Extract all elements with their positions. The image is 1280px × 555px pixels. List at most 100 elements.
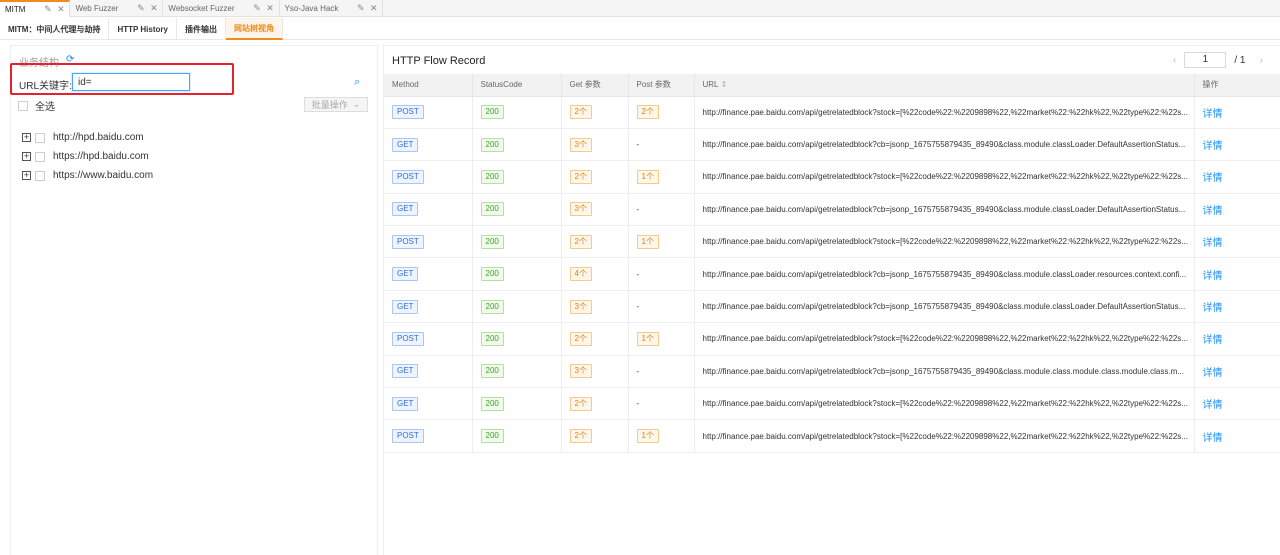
url-keyword-input[interactable]	[72, 73, 190, 91]
edit-icon[interactable]: ✎	[356, 4, 365, 13]
chevron-left-icon[interactable]: ‹	[1173, 55, 1176, 66]
tab-label: MITM	[5, 5, 26, 14]
detail-link[interactable]: 详情	[1203, 173, 1223, 184]
table-row[interactable]: POST 200 2个 1个 http://finance.pae.baidu.com/…	[384, 419, 1280, 453]
table-row[interactable]: GET 200 3个 - http://finance.pae.baidu.com/ap…	[384, 128, 1280, 162]
edit-icon[interactable]: ✎	[253, 4, 262, 13]
detail-link[interactable]: 详情	[1203, 368, 1223, 379]
subtab-plugin-output[interactable]: 插件输出	[177, 18, 226, 40]
tab-websocket-fuzzer[interactable]: Websocket Fuzzer ✎ ✕	[163, 0, 280, 17]
tree-node-label[interactable]: http://hpd.baidu.com	[53, 132, 144, 143]
search-icon[interactable]: ⌕	[354, 76, 360, 89]
status-cell: 200	[472, 387, 562, 421]
tree-node-label[interactable]: https://www.baidu.com	[53, 170, 153, 181]
tab-web-fuzzer[interactable]: Web Fuzzer ✎ ✕	[70, 0, 164, 17]
method-badge: GET	[392, 364, 419, 379]
expand-icon[interactable]: +	[22, 171, 31, 180]
col-method[interactable]: Method	[384, 74, 473, 97]
subtab-mitm[interactable]: MITM：中间人代理与劫持	[0, 18, 110, 40]
url-text: http://finance.pae.baidu.com/api/getrela…	[702, 140, 1186, 150]
table-row[interactable]: GET 200 3个 - http://finance.pae.baidu.com/ap…	[384, 290, 1280, 324]
detail-link[interactable]: 详情	[1203, 141, 1223, 152]
table-row[interactable]: POST 200 2个 2个 http://finance.pae.baidu.com/…	[384, 96, 1280, 129]
post-params: -	[636, 140, 640, 150]
method-cell: GET	[384, 257, 473, 291]
url-text: http://finance.pae.baidu.com/api/getrela…	[702, 302, 1186, 312]
get-cell: 2个	[561, 225, 629, 259]
table-row[interactable]: GET 200 2个 - http://finance.pae.baidu.com/ap…	[384, 387, 1280, 421]
url-cell: http://finance.pae.baidu.com/api/getrela…	[694, 193, 1195, 227]
status-badge: 200	[480, 331, 504, 346]
get-cell: 3个	[561, 128, 629, 162]
get-cell: 2个	[561, 387, 629, 421]
tree-node-label[interactable]: https://hpd.baidu.com	[53, 151, 149, 162]
post-cell: -	[628, 193, 695, 227]
table-row[interactable]: POST 200 2个 1个 http://finance.pae.baidu.com/…	[384, 225, 1280, 259]
method-badge: GET	[392, 396, 419, 411]
get-params-badge: 3个	[569, 202, 592, 217]
detail-link[interactable]: 详情	[1203, 335, 1223, 346]
detail-link[interactable]: 详情	[1203, 303, 1223, 314]
chevron-right-icon[interactable]: ›	[1259, 55, 1262, 66]
detail-link[interactable]: 详情	[1203, 400, 1223, 411]
get-cell: 3个	[561, 193, 629, 227]
expand-icon[interactable]: +	[22, 133, 31, 142]
select-all-checkbox[interactable]: 全选	[18, 98, 55, 113]
post-cell: 1个	[628, 225, 695, 259]
subtab-site-tree[interactable]: 网站树视角	[225, 18, 283, 40]
edit-icon[interactable]: ✎	[136, 4, 145, 13]
close-icon[interactable]: ✕	[149, 4, 158, 13]
sort-icon[interactable]: ⇕	[721, 80, 728, 89]
action-cell: 详情	[1194, 387, 1280, 421]
page-input[interactable]: 1	[1184, 52, 1227, 68]
tab-label: Web Fuzzer	[75, 4, 119, 13]
table-row[interactable]: POST 200 2个 1个 http://finance.pae.baidu.com/…	[384, 160, 1280, 194]
detail-link[interactable]: 详情	[1203, 433, 1223, 444]
action-cell: 详情	[1194, 225, 1280, 259]
status-cell: 200	[472, 257, 562, 291]
status-cell: 200	[472, 419, 562, 453]
tree-node[interactable]: + http://hpd.baidu.com	[22, 128, 153, 147]
col-post[interactable]: Post 参数	[628, 74, 695, 97]
close-icon[interactable]: ✕	[369, 4, 378, 13]
post-cell: -	[628, 290, 695, 324]
table-row[interactable]: GET 200 3个 - http://finance.pae.baidu.com/ap…	[384, 355, 1280, 389]
col-get[interactable]: Get 参数	[561, 74, 629, 97]
checkbox[interactable]	[18, 100, 28, 111]
site-tree: + http://hpd.baidu.com + https://hpd.bai…	[22, 128, 153, 185]
table-row[interactable]: GET 200 4个 - http://finance.pae.baidu.com/ap…	[384, 257, 1280, 291]
edit-icon[interactable]: ✎	[43, 5, 52, 14]
post-cell: -	[628, 355, 695, 389]
post-params-badge: 2个	[636, 105, 659, 120]
top-tab-bar: MITM ✎ ✕ Web Fuzzer ✎ ✕ Websocket Fuzzer…	[0, 0, 1280, 17]
batch-action-button[interactable]: 批量操作 ⌄	[304, 97, 368, 112]
table-row[interactable]: POST 200 2个 1个 http://finance.pae.baidu.com/…	[384, 322, 1280, 356]
col-url-label: URL	[702, 80, 719, 90]
tree-node[interactable]: + https://www.baidu.com	[22, 166, 153, 185]
checkbox[interactable]	[35, 170, 45, 181]
tree-node[interactable]: + https://hpd.baidu.com	[22, 147, 153, 166]
post-params-badge: 1个	[636, 429, 659, 444]
detail-link[interactable]: 详情	[1203, 206, 1223, 217]
subtab-http-history[interactable]: HTTP History	[109, 18, 177, 40]
detail-link[interactable]: 详情	[1203, 271, 1223, 282]
batch-label: 批量操作	[311, 100, 348, 110]
checkbox[interactable]	[35, 132, 45, 143]
tab-mitm[interactable]: MITM ✎ ✕	[0, 0, 71, 17]
table-row[interactable]: GET 200 3个 - http://finance.pae.baidu.com/ap…	[384, 193, 1280, 227]
close-icon[interactable]: ✕	[266, 4, 275, 13]
expand-icon[interactable]: +	[22, 152, 31, 161]
get-params-badge: 3个	[569, 364, 592, 379]
col-status[interactable]: StatusCode	[472, 74, 562, 97]
status-badge: 200	[480, 429, 504, 444]
checkbox[interactable]	[35, 151, 45, 162]
refresh-icon[interactable]: ⟳	[66, 54, 74, 65]
detail-link[interactable]: 详情	[1203, 238, 1223, 249]
detail-link[interactable]: 详情	[1203, 109, 1223, 120]
status-badge: 200	[480, 137, 504, 152]
tab-yso-java-hack[interactable]: Yso-Java Hack ✎ ✕	[280, 0, 384, 17]
keyword-label: URL关键字:	[19, 81, 72, 92]
col-url[interactable]: URL ⇕	[694, 74, 1195, 97]
status-cell: 200	[472, 160, 562, 194]
close-icon[interactable]: ✕	[56, 5, 65, 14]
